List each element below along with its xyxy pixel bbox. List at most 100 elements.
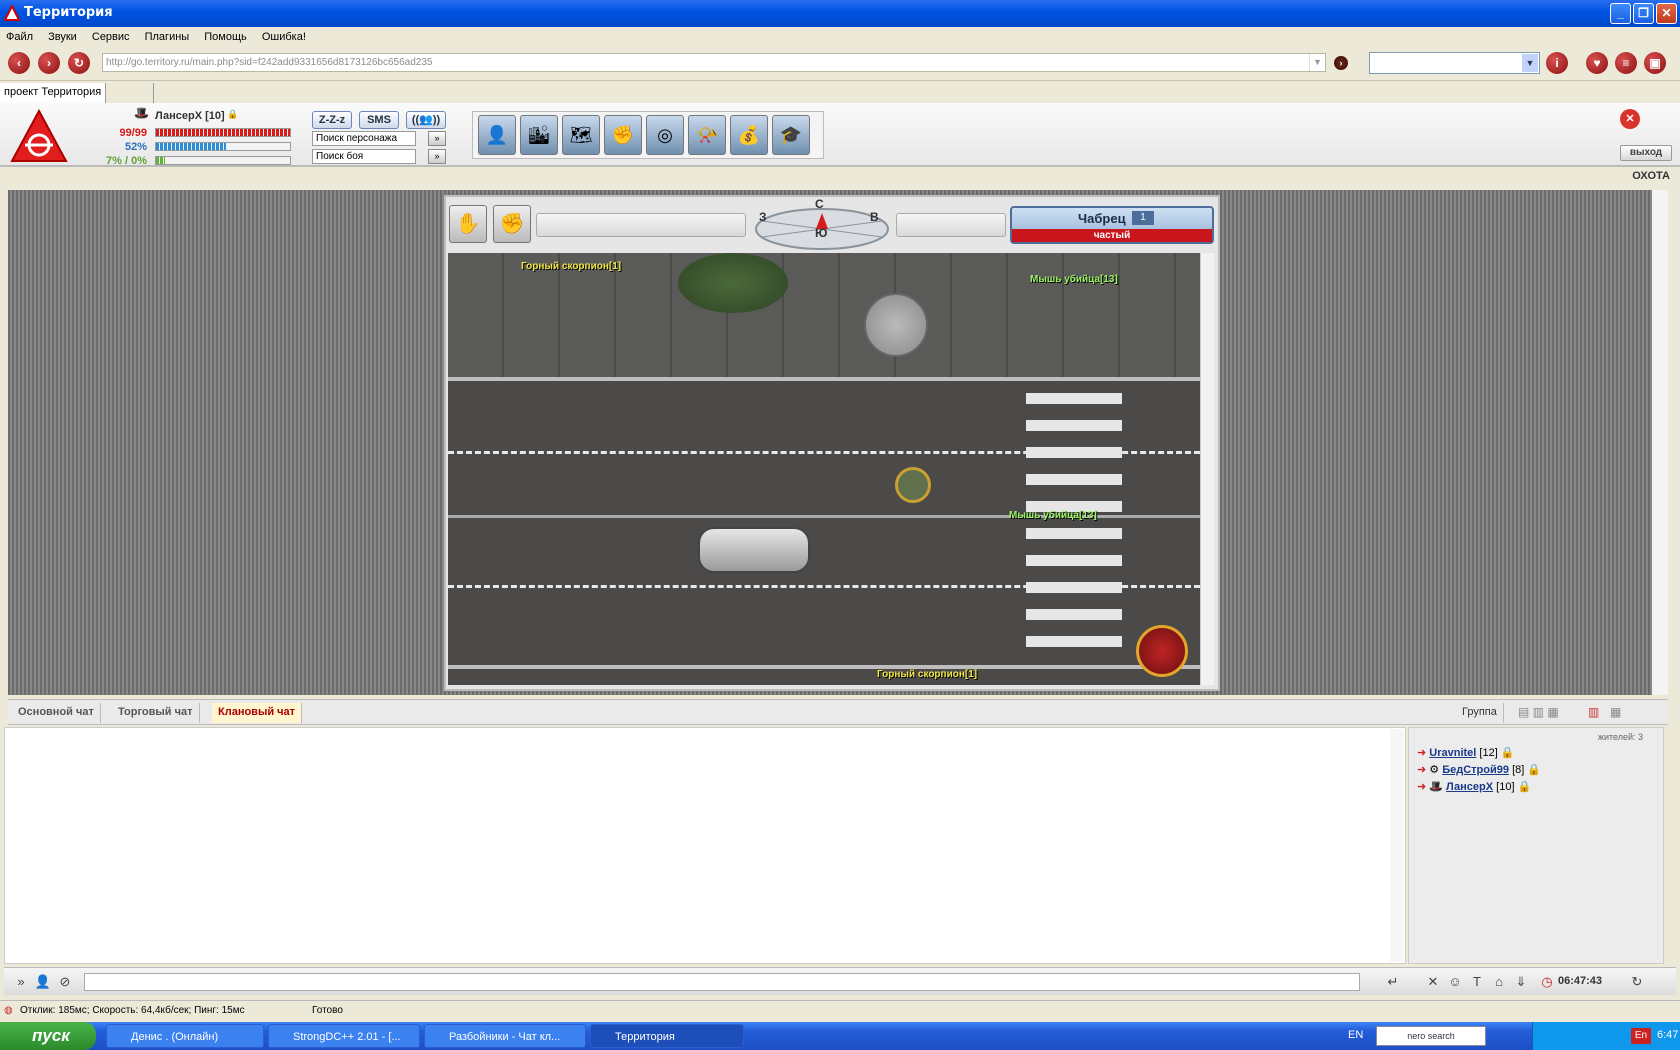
tray-lang[interactable]: En — [1631, 1028, 1651, 1044]
menu-file[interactable]: Файл — [6, 27, 33, 47]
tab-empty[interactable] — [114, 83, 154, 103]
private-message-icon[interactable]: ➜ — [1417, 764, 1426, 776]
ping-status: Отклик: 185мс; Скорость: 64,4кб/сек; Пин… — [20, 1005, 245, 1016]
tab-territory[interactable]: проект Территория — [0, 83, 107, 103]
task-chat[interactable]: Разбойники - Чат кл... — [424, 1024, 586, 1048]
refresh-button[interactable]: ↻ — [68, 52, 90, 74]
sleep-button[interactable]: Z-Z-z — [312, 111, 352, 129]
download-icon[interactable]: ⇓ — [1512, 973, 1530, 991]
grid-filter-icon[interactable]: ▦ — [1610, 705, 1621, 719]
menu-service[interactable]: Сервис — [92, 27, 130, 47]
person-search-go-button[interactable]: » — [428, 131, 446, 146]
character-icon[interactable]: 👤 — [478, 115, 516, 155]
fist-attack-icon[interactable]: ✊ — [493, 205, 531, 243]
chat-tabs: Основной чат Торговый чат Клановый чат Г… — [8, 699, 1668, 725]
text-format-icon[interactable]: T — [1468, 973, 1486, 991]
horn-icon[interactable]: 📯 — [688, 115, 726, 155]
house-icon[interactable]: ⌂ — [1490, 973, 1508, 991]
send-icon[interactable]: ↵ — [1384, 973, 1402, 991]
menu-error[interactable]: Ошибка! — [262, 27, 306, 47]
menu-plugins[interactable]: Плагины — [145, 27, 190, 47]
exit-button[interactable]: выход — [1620, 145, 1672, 161]
chevron-down-icon[interactable]: ▼ — [1309, 54, 1325, 71]
address-bar[interactable]: http://go.territory.ru/main.php?sid=f242… — [102, 53, 1326, 72]
user-name[interactable]: Uravnitel — [1429, 747, 1476, 759]
tab-main-chat[interactable]: Основной чат — [12, 703, 101, 723]
enemy-marker[interactable] — [1136, 625, 1188, 677]
info-icon[interactable]: i — [1546, 52, 1568, 74]
viewport-scrollbar[interactable] — [1652, 190, 1668, 695]
map-label-mouse[interactable]: Мышь убийца[13] — [1030, 274, 1118, 285]
menu-help[interactable]: Помощь — [204, 27, 247, 47]
user-icon[interactable]: 👤 — [34, 973, 52, 991]
compass-west[interactable]: З — [759, 210, 767, 224]
restore-button[interactable]: ❐ — [1633, 3, 1654, 24]
tab-clan-chat[interactable]: Клановый чат — [212, 703, 303, 723]
chat-messages[interactable] — [4, 727, 1406, 964]
clan-filter-icon[interactable]: ▥ — [1588, 705, 1599, 719]
photo-icon[interactable]: ▣ — [1644, 52, 1666, 74]
block-icon[interactable]: ⊘ — [56, 973, 74, 991]
target-icon[interactable]: ◎ — [646, 115, 684, 155]
language-indicator[interactable]: EN — [1348, 1029, 1363, 1041]
go-button[interactable]: › — [1334, 56, 1348, 70]
sms-button[interactable]: SMS — [359, 111, 399, 129]
map-icon[interactable]: 🗺 — [562, 115, 600, 155]
hand-attack-icon[interactable]: ✋ — [449, 205, 487, 243]
back-button[interactable]: ‹ — [8, 52, 30, 74]
location-box: Чабрец 1 частый — [1010, 206, 1214, 244]
clear-icon[interactable]: ✕ — [1424, 973, 1442, 991]
task-strongdc[interactable]: StrongDC++ 2.01 - [... — [268, 1024, 420, 1048]
filter-icon[interactable]: ▤ ▥ ▦ — [1518, 705, 1559, 719]
battle-search-go-button[interactable]: » — [428, 149, 446, 164]
close-button[interactable]: ✕ — [1656, 3, 1677, 24]
smiley-icon[interactable]: ☺ — [1446, 973, 1464, 991]
task-mail[interactable]: Денис . (Онлайн) — [106, 1024, 264, 1048]
group-button[interactable]: Группа — [1456, 703, 1504, 723]
minimize-button[interactable]: _ — [1610, 3, 1631, 24]
start-button[interactable]: пуск — [0, 1022, 96, 1050]
menu-sounds[interactable]: Звуки — [48, 27, 77, 47]
hunt-map[interactable]: Горный скорпион[1] Мышь убийца[13] Мышь … — [448, 253, 1200, 685]
chevron-down-icon[interactable]: ▼ — [1522, 54, 1538, 72]
favorites-heart-icon[interactable]: ♥ — [1586, 52, 1608, 74]
compass-north[interactable]: С — [815, 197, 824, 211]
fast-forward-icon[interactable]: » — [12, 973, 30, 991]
graduation-cap-icon[interactable]: 🎓 — [772, 115, 810, 155]
tab-trade-chat[interactable]: Торговый чат — [112, 703, 200, 723]
list-icon[interactable]: ≡ — [1615, 52, 1637, 74]
crosswalk — [1026, 393, 1122, 659]
map-label-mouse[interactable]: Мышь убийца[13] — [1009, 510, 1097, 521]
user-name[interactable]: ЛансерХ — [1446, 781, 1493, 793]
map-label-scorpion[interactable]: Горный скорпион[1] — [877, 669, 977, 680]
forward-button[interactable]: › — [38, 52, 60, 74]
chat-input[interactable] — [84, 973, 1360, 991]
map-label-scorpion[interactable]: Горный скорпион[1] — [521, 261, 621, 272]
game-header: 🎩 ЛансерХ [10] 🔒 99/99 52% 7% / 0% Z-Z-z… — [0, 103, 1680, 167]
battle-search-input[interactable]: Поиск боя — [312, 149, 416, 164]
chat-scrollbar[interactable] — [1390, 729, 1404, 962]
radio-button[interactable]: ((👥)) — [406, 111, 446, 129]
user-name[interactable]: БедСтрой99 — [1442, 764, 1509, 776]
lock-icon: 🔒 — [227, 109, 239, 119]
compass-south[interactable]: Ю — [815, 226, 827, 240]
private-message-icon[interactable]: ➜ — [1417, 747, 1426, 759]
nero-search-box[interactable]: nero search — [1376, 1026, 1486, 1046]
private-message-icon[interactable]: ➜ — [1417, 781, 1426, 793]
location-density: частый — [1012, 229, 1212, 242]
compass-east[interactable]: В — [870, 210, 879, 224]
tab-label: проект Территория — [4, 86, 102, 98]
city-icon[interactable]: 🏙 — [520, 115, 558, 155]
task-territory[interactable]: Территория — [590, 1024, 744, 1048]
map-scrollbar[interactable] — [1200, 253, 1214, 685]
refresh-icon[interactable]: ↻ — [1628, 973, 1646, 991]
player-marker[interactable] — [895, 467, 931, 503]
fist-icon[interactable]: ✊ — [604, 115, 642, 155]
close-game-icon[interactable]: ✕ — [1620, 109, 1640, 129]
task-label: Территория — [615, 1031, 675, 1043]
person-search-input[interactable]: Поиск персонажа — [312, 131, 416, 146]
search-select[interactable]: ▼ — [1369, 52, 1540, 74]
money-bag-icon[interactable]: 💰 — [730, 115, 768, 155]
window-titlebar: Территория _ ❐ ✕ — [0, 0, 1680, 27]
xp-text: 7% / 0% — [106, 155, 147, 167]
